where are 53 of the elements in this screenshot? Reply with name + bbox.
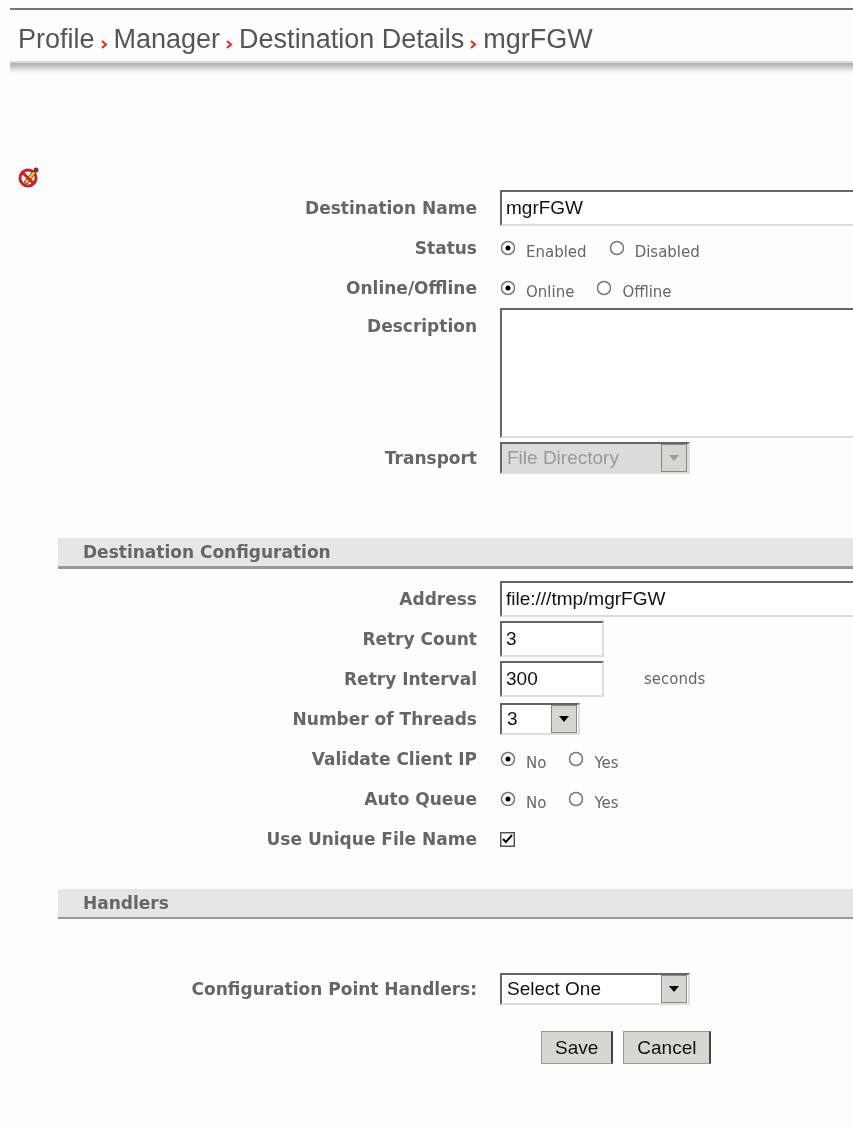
field-label: Description: [367, 315, 477, 336]
dropdown-arrow-icon: [669, 986, 679, 992]
checkbox[interactable]: [500, 831, 515, 847]
no-edit-icon: [18, 166, 40, 188]
separator-icon: [470, 40, 478, 49]
radio-label: Yes: [594, 753, 619, 772]
field-label: Address: [399, 589, 477, 609]
radio-label: Disabled: [634, 242, 700, 261]
radio-label: No: [526, 753, 547, 772]
field-label: Retry Interval: [344, 669, 477, 689]
field-label: Validate Client IP: [311, 749, 477, 769]
text-field[interactable]: 3: [500, 621, 604, 657]
separator-icon: [226, 40, 234, 49]
radio-button[interactable]: [568, 791, 585, 807]
field-label: Configuration Point Handlers:: [191, 979, 477, 999]
section-header: Handlers: [58, 889, 853, 919]
radio-button[interactable]: [568, 751, 585, 767]
dropdown[interactable]: Select One: [500, 973, 690, 1005]
unit-label: seconds: [644, 670, 706, 688]
field-label: Online/Offline: [346, 278, 477, 298]
radio-button[interactable]: [500, 280, 516, 296]
field-label: Retry Count: [362, 629, 477, 649]
radio-button[interactable]: [596, 280, 613, 296]
breadcrumb-link[interactable]: Profile: [18, 24, 95, 55]
radio-label: Yes: [594, 793, 619, 812]
radio-label: Enabled: [526, 242, 587, 261]
radio-button[interactable]: [500, 240, 516, 256]
form-button[interactable]: Cancel: [623, 1031, 712, 1064]
radio-button[interactable]: [500, 791, 516, 807]
dropdown-arrow-icon: [669, 455, 679, 461]
field-label: Number of Threads: [292, 709, 477, 729]
text-field[interactable]: mgrFGW: [500, 190, 853, 226]
breadcrumb-link[interactable]: mgrFGW: [483, 24, 593, 55]
description-field[interactable]: [500, 308, 853, 438]
radio-label: Online: [526, 282, 575, 301]
field-label: Transport: [384, 448, 477, 468]
separator-icon: [100, 40, 108, 49]
section-header: Destination Configuration: [58, 538, 853, 569]
dropdown[interactable]: 3: [500, 703, 580, 735]
breadcrumb-link[interactable]: Manager: [113, 24, 221, 55]
dropdown-arrow-icon: [559, 716, 569, 722]
field-label: Destination Name: [305, 198, 477, 218]
breadcrumb-link[interactable]: Destination Details: [239, 24, 465, 55]
radio-button[interactable]: [500, 751, 516, 767]
field-label: Use Unique File Name: [266, 829, 477, 849]
text-field[interactable]: 300: [500, 661, 604, 697]
field-label: Status: [414, 238, 477, 258]
form-button[interactable]: Save: [541, 1031, 614, 1064]
radio-button[interactable]: [608, 240, 625, 256]
radio-label: No: [526, 793, 547, 812]
field-label: Auto Queue: [364, 789, 477, 809]
text-field[interactable]: file:///tmp/mgrFGW: [500, 581, 853, 617]
radio-label: Offline: [622, 282, 672, 301]
